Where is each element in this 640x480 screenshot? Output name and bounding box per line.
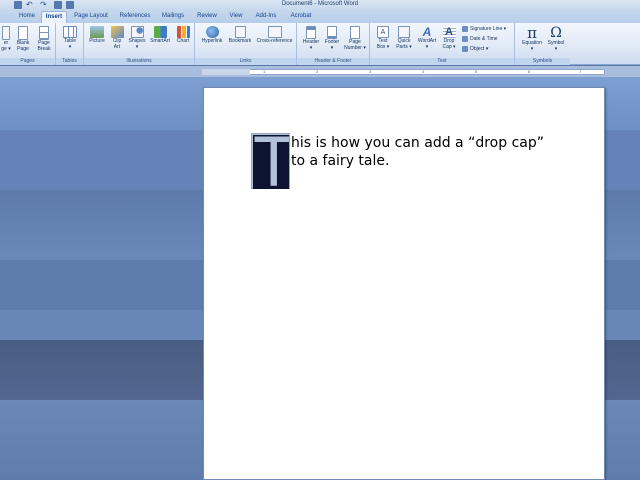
signature-line-icon (462, 26, 468, 32)
wordart-icon: A (422, 25, 432, 39)
ruler-mark: 5 (475, 69, 478, 74)
page-break-button[interactable]: Page Break (35, 26, 53, 52)
group-links: Hyperlink Bookmark Cross-reference Links (195, 23, 297, 65)
document-page[interactable]: T his is how you can add a “drop cap” to… (203, 87, 605, 480)
smartart-icon (153, 26, 167, 38)
ruler-mark: 2 (316, 69, 319, 74)
text-box-icon: A (377, 26, 389, 38)
tab-acrobat[interactable]: Acrobat (289, 13, 313, 19)
footer-button[interactable]: Footer ▾ (321, 26, 343, 51)
pi-icon: π (527, 24, 537, 42)
ruler-left-margin (202, 69, 250, 75)
tab-view[interactable]: View (228, 13, 244, 19)
ribbon-tabs: Home Insert Page Layout References Maili… (0, 11, 640, 23)
ribbon: er ge ▾ Blank Page Page Break Pages Tabl… (0, 23, 640, 65)
header-button[interactable]: Header ▾ (300, 26, 322, 51)
table-button[interactable]: Table ▾ (61, 26, 79, 50)
bookmark-button[interactable]: Bookmark (226, 26, 254, 45)
group-illustrations: Picture Clip Art Shapes ▾ SmartArt Chart… (84, 23, 195, 65)
picture-button[interactable]: Picture (87, 26, 107, 45)
drop-cap-icon: A (442, 26, 456, 38)
group-symbols: π Equation ▾ Ω Symbol ▾ Symbols (515, 23, 570, 65)
group-text: A Text Box ▾ Quick Parts ▾ A WordArt ▾ A… (370, 23, 515, 65)
horizontal-ruler[interactable]: 1 2 3 4 5 6 7 (0, 66, 640, 77)
ruler-mark: 3 (369, 69, 372, 74)
window-title: Document6 - Microsoft Word (281, 1, 359, 7)
document-text-line-2[interactable]: to a fairy tale. (291, 153, 389, 169)
cover-page-icon (2, 26, 10, 40)
picture-icon (90, 26, 104, 38)
quick-parts-button[interactable]: Quick Parts ▾ (393, 26, 415, 50)
text-box-button[interactable]: A Text Box ▾ (373, 26, 393, 50)
equation-button[interactable]: π Equation ▾ (518, 26, 546, 52)
cross-reference-button[interactable]: Cross-reference (254, 26, 295, 45)
shapes-button[interactable]: Shapes ▾ (127, 26, 147, 50)
group-label-pages: Pages (0, 58, 55, 65)
page-break-icon (39, 26, 49, 40)
symbol-button[interactable]: Ω Symbol ▾ (545, 26, 567, 52)
ruler-bar: 1 2 3 4 5 6 7 (202, 69, 605, 75)
drop-cap-letter[interactable]: T (253, 135, 289, 189)
tab-review[interactable]: Review (195, 13, 219, 19)
date-time-icon (462, 36, 468, 42)
omega-icon: Ω (550, 25, 562, 41)
tab-add-ins[interactable]: Add-Ins (254, 13, 278, 19)
group-label-header-footer: Header & Footer (297, 58, 369, 65)
clip-art-icon (110, 26, 124, 38)
group-label-symbols: Symbols (515, 58, 570, 65)
drop-cap-button[interactable]: A Drop Cap ▾ (439, 26, 459, 50)
smartart-button[interactable]: SmartArt (148, 26, 172, 45)
page-number-icon (350, 26, 360, 39)
ruler-mark: 7 (579, 69, 582, 74)
object-button[interactable]: Object ▾ (462, 46, 488, 52)
signature-line-button[interactable]: Signature Line ▾ (462, 26, 506, 32)
clip-art-button[interactable]: Clip Art (108, 26, 126, 50)
cover-page-button[interactable]: er ge ▾ (0, 26, 12, 52)
document-text-line-1[interactable]: his is how you can add a “drop cap” (291, 135, 544, 151)
group-header-footer: Header ▾ Footer ▾ Page Number ▾ Header &… (297, 23, 370, 65)
tab-references[interactable]: References (118, 13, 152, 19)
drop-cap-frame[interactable]: T (251, 133, 290, 189)
ruler-mark: 6 (528, 69, 531, 74)
title-bar: ↶ ↷ Document6 - Microsoft Word (0, 0, 640, 11)
group-label-links: Links (195, 58, 296, 65)
hyperlink-button[interactable]: Hyperlink (198, 26, 226, 45)
table-icon (63, 26, 77, 38)
header-icon (306, 26, 316, 39)
tab-mailings[interactable]: Mailings (160, 13, 186, 19)
wordart-button[interactable]: A WordArt ▾ (415, 26, 439, 50)
hyperlink-icon (205, 26, 219, 38)
page-number-button[interactable]: Page Number ▾ (342, 26, 368, 51)
object-icon (462, 46, 468, 52)
quick-parts-icon (398, 26, 410, 38)
blank-page-button[interactable]: Blank Page (14, 26, 32, 52)
tab-insert[interactable]: Insert (41, 11, 67, 23)
group-label-tables: Tables (56, 58, 83, 65)
tab-home[interactable]: Home (16, 13, 38, 19)
group-label-illustrations: Illustrations (84, 58, 194, 65)
group-tables: Table ▾ Tables (56, 23, 84, 65)
chart-icon (176, 26, 190, 38)
chart-button[interactable]: Chart (173, 26, 193, 45)
date-time-button[interactable]: Date & Time (462, 36, 498, 42)
footer-icon (327, 26, 337, 39)
cross-reference-icon (267, 26, 282, 38)
group-label-text: Text (370, 58, 514, 65)
bookmark-icon (234, 26, 246, 38)
ruler-mark: 1 (263, 69, 266, 74)
ruler-mark: 4 (422, 69, 425, 74)
group-pages: er ge ▾ Blank Page Page Break Pages (0, 23, 56, 65)
blank-page-icon (18, 26, 28, 40)
tab-page-layout[interactable]: Page Layout (73, 13, 109, 19)
shapes-icon (130, 26, 144, 38)
